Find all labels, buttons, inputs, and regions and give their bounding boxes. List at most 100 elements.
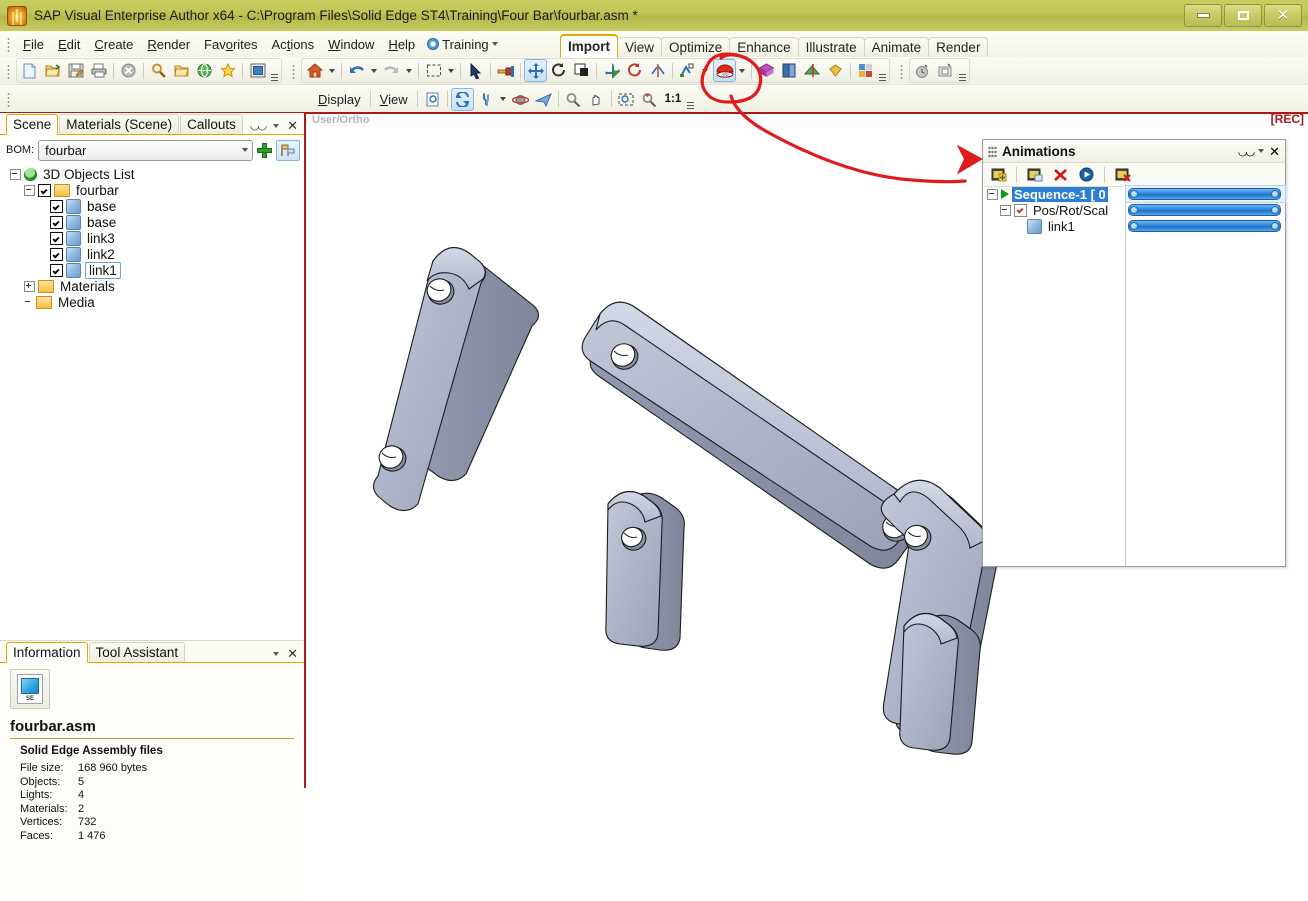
expander-icon[interactable] <box>1000 204 1011 216</box>
chevron-down-icon[interactable] <box>739 68 745 73</box>
animations-timeline[interactable] <box>1125 184 1286 566</box>
rotate-icon[interactable] <box>547 59 570 82</box>
display-menu[interactable]: Display <box>312 92 367 107</box>
minimize-button[interactable] <box>1184 4 1222 27</box>
tree-node-media[interactable]: Media <box>10 294 304 310</box>
visibility-checkbox[interactable] <box>50 263 63 277</box>
gem-icon[interactable] <box>824 59 847 82</box>
stop-icon[interactable] <box>117 59 140 82</box>
menu-help[interactable]: Help <box>381 34 422 55</box>
close-icon[interactable]: ✕ <box>287 647 298 660</box>
timeline-bar-row[interactable] <box>1126 202 1285 218</box>
tree-node-fourbar[interactable]: fourbar <box>10 182 304 198</box>
visibility-checkbox[interactable] <box>50 247 63 261</box>
chevron-down-icon[interactable] <box>499 97 506 101</box>
find-icon[interactable]: ◡◡ <box>1238 145 1255 158</box>
menu-favorites[interactable]: Favorites <box>197 34 264 55</box>
align-move-icon[interactable] <box>600 59 623 82</box>
search-icon[interactable] <box>147 59 170 82</box>
animation-record-icon[interactable]: ANI <box>713 59 736 82</box>
open-folder-icon[interactable] <box>41 59 64 82</box>
tree-node-link1[interactable]: link1 <box>10 261 304 279</box>
layout-grid-icon[interactable] <box>854 59 877 82</box>
book-icon[interactable] <box>778 59 801 82</box>
tab-enhance[interactable]: Enhance <box>729 37 799 58</box>
visibility-checkbox[interactable] <box>50 215 63 229</box>
undo-icon[interactable] <box>345 59 368 82</box>
tab-import[interactable]: Import <box>560 35 618 58</box>
chevron-down-icon[interactable] <box>329 68 335 73</box>
chevron-down-icon[interactable] <box>273 651 280 656</box>
tab-tool-assistant[interactable]: Tool Assistant <box>88 642 186 662</box>
toolbar-grip-icon[interactable] <box>897 62 906 79</box>
visibility-checkbox[interactable] <box>38 183 51 197</box>
timeline-bar[interactable] <box>1128 188 1281 200</box>
tab-view[interactable]: View <box>617 37 663 58</box>
animation-row-sequence[interactable]: Sequence-1 [ 0 <box>983 186 1125 202</box>
zoom-window-icon[interactable] <box>615 88 638 111</box>
tree-node-3d-objects-list[interactable]: 3D Objects List <box>10 166 304 182</box>
tab-optimize[interactable]: Optimize <box>661 37 731 58</box>
globe-icon[interactable] <box>193 59 216 82</box>
delete-animation-icon[interactable] <box>1111 163 1134 186</box>
visibility-checkbox[interactable] <box>50 199 63 213</box>
timeline-bar[interactable] <box>1128 220 1281 232</box>
3d-viewport[interactable]: User/Ortho [REC] Animations ◡◡ ✕ Sequenc… <box>308 114 1308 788</box>
browse-folder-icon[interactable] <box>170 59 193 82</box>
new-document-icon[interactable] <box>18 59 41 82</box>
menu-create[interactable]: Create <box>87 34 140 55</box>
menu-training[interactable]: Training <box>422 34 502 55</box>
camera-clock-icon[interactable] <box>911 59 934 82</box>
track-checkbox[interactable] <box>1014 203 1027 217</box>
scale-icon[interactable] <box>570 59 593 82</box>
chevron-down-icon[interactable] <box>371 68 377 73</box>
toolbar-grip-icon[interactable] <box>4 62 13 79</box>
toolbar-grip-icon[interactable] <box>4 91 13 107</box>
add-track-icon[interactable] <box>1023 163 1046 186</box>
select-rectangle-icon[interactable] <box>422 59 445 82</box>
paint-icon[interactable] <box>494 59 517 82</box>
add-plus-icon[interactable] <box>257 142 272 158</box>
fly-icon[interactable] <box>532 88 555 111</box>
chevron-down-icon[interactable] <box>406 68 412 73</box>
save-icon[interactable] <box>64 59 87 82</box>
tab-information[interactable]: Information <box>6 642 88 663</box>
expander-icon[interactable] <box>24 184 35 196</box>
chevron-down-icon[interactable] <box>448 68 454 73</box>
tree-node-link3[interactable]: link3 <box>10 230 304 246</box>
toolbar-overflow-button[interactable] <box>877 61 888 81</box>
play-icon[interactable] <box>1075 163 1098 186</box>
align-mirror-icon[interactable] <box>646 59 669 82</box>
menu-render[interactable]: Render <box>140 34 197 55</box>
arrow-cursor-icon[interactable] <box>464 59 487 82</box>
maximize-button[interactable] <box>1224 4 1262 27</box>
snapshot-icon[interactable] <box>934 59 957 82</box>
toolbar-overflow-button[interactable] <box>957 61 968 81</box>
close-button[interactable]: ✕ <box>1264 4 1302 27</box>
pan-icon[interactable] <box>585 88 608 111</box>
timeline-bar-row[interactable] <box>1126 218 1285 234</box>
tab-callouts[interactable]: Callouts <box>180 114 243 134</box>
expander-icon[interactable] <box>10 168 21 180</box>
menu-edit[interactable]: Edit <box>51 34 87 55</box>
menu-grip-icon[interactable] <box>4 36 13 52</box>
redo-icon[interactable] <box>380 59 403 82</box>
move-icon[interactable] <box>524 59 547 82</box>
expander-icon[interactable] <box>24 280 35 292</box>
timeline-bar[interactable] <box>1128 204 1281 216</box>
tree-node-base-2[interactable]: base <box>10 214 304 230</box>
material-icon[interactable] <box>755 59 778 82</box>
orbit-icon[interactable] <box>509 88 532 111</box>
drag-grip-icon[interactable] <box>988 145 997 157</box>
menu-actions[interactable]: Actions <box>265 34 322 55</box>
tab-illustrate[interactable]: Illustrate <box>797 37 865 58</box>
zoom-icon[interactable] <box>562 88 585 111</box>
tree-node-materials[interactable]: Materials <box>10 278 304 294</box>
tab-animate[interactable]: Animate <box>863 37 930 58</box>
home-icon[interactable] <box>303 59 326 82</box>
turntable-icon[interactable] <box>450 87 474 111</box>
animation-row-track[interactable]: Pos/Rot/Scal <box>983 202 1125 218</box>
tab-materials-scene[interactable]: Materials (Scene) <box>59 114 180 134</box>
print-icon[interactable] <box>87 59 110 82</box>
zoom-fit-icon[interactable] <box>638 88 661 111</box>
